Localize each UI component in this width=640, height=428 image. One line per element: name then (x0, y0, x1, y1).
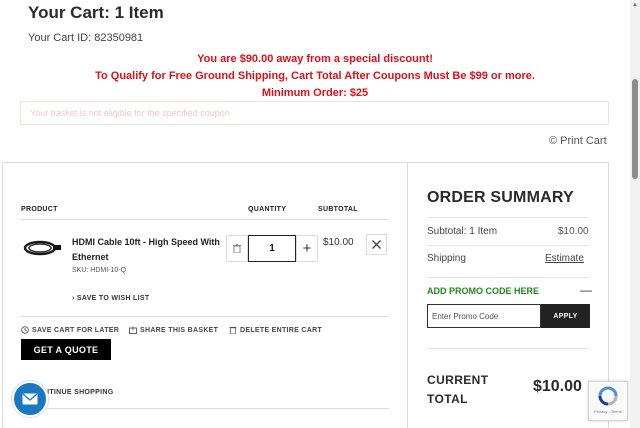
chevron-right-icon: › (72, 295, 75, 302)
product-sku: SKU: HDMI-10-Q (72, 267, 127, 274)
current-total-label: CURRENT TOTAL (427, 373, 489, 406)
print-cart-link[interactable]: © Print Cart (549, 135, 607, 147)
scrollbar-thumb[interactable] (632, 79, 638, 179)
coupon-error-text: Your basket is not eligible for the spec… (30, 108, 230, 118)
trash-icon (229, 326, 237, 334)
remove-one-button[interactable] (226, 235, 248, 262)
share-icon (129, 326, 137, 334)
discount-notice: You are $90.00 away from a special disco… (197, 53, 433, 65)
print-icon: © (549, 135, 558, 147)
current-total-value: $10.00 (533, 378, 582, 395)
wishlist-label: SAVE TO WISH LIST (76, 295, 150, 302)
bottom-divider (21, 408, 389, 409)
delete-cart-button[interactable]: DELETE ENTIRE CART (229, 326, 322, 334)
summary-subtotal-label: Subtotal: 1 Item (427, 226, 498, 237)
header-product: PRODUCT (21, 206, 58, 213)
header-subtotal: SUBTOTAL (318, 206, 358, 213)
item-subtotal: $10.00 (323, 237, 354, 248)
header-divider (21, 219, 389, 220)
summary-subtotal-value: $10.00 (558, 226, 589, 237)
promo-code-toggle[interactable]: ADD PROMO CODE HERE (427, 286, 539, 296)
share-basket-button[interactable]: SHARE THIS BASKET (129, 326, 218, 334)
recaptcha-icon (598, 386, 618, 406)
scroll-up-icon[interactable]: ▲ (632, 2, 638, 8)
continue-shopping-link[interactable]: NTINUE SHOPPING (44, 389, 113, 396)
recaptcha-terms: Privacy - Terms (594, 409, 622, 414)
clock-icon (21, 326, 29, 334)
summary-divider (427, 277, 589, 278)
item-divider (21, 316, 389, 317)
product-name-link[interactable]: HDMI Cable 10ft - High Speed With Ethern… (72, 235, 222, 265)
summary-divider (427, 245, 589, 246)
get-quote-button[interactable]: GET A QUOTE (21, 339, 111, 360)
summary-divider (427, 217, 589, 218)
shipping-notice: To Qualify for Free Ground Shipping, Car… (95, 70, 535, 82)
cart-id: Your Cart ID: 82350981 (28, 32, 144, 44)
save-to-wishlist-link[interactable]: › SAVE TO WISH LIST (72, 295, 149, 302)
save-cart-later-button[interactable]: SAVE CART FOR LATER (21, 326, 119, 334)
apply-promo-button[interactable]: APPLY (541, 304, 590, 328)
trash-icon (233, 244, 241, 253)
estimate-shipping-link[interactable]: Estimate (545, 253, 584, 264)
summary-divider (427, 348, 589, 349)
share-basket-label: SHARE THIS BASKET (140, 326, 219, 334)
envelope-icon (22, 393, 38, 405)
page-title: Your Cart: 1 Item (28, 3, 164, 22)
save-cart-later-label: SAVE CART FOR LATER (32, 326, 120, 334)
scrollbar-track[interactable] (630, 0, 640, 428)
header-quantity: QUANTITY (248, 206, 287, 213)
increase-quantity-button[interactable]: + (296, 235, 318, 262)
plus-icon: + (302, 240, 312, 257)
quantity-input[interactable] (248, 235, 296, 262)
print-cart-label: Print Cart (560, 135, 607, 147)
recaptcha-badge[interactable]: Privacy - Terms (588, 381, 628, 421)
minimum-order-notice: Minimum Order: $25 (261, 87, 369, 99)
chat-button[interactable] (12, 381, 48, 417)
close-icon (372, 240, 381, 249)
collapse-icon[interactable]: — (580, 283, 592, 297)
product-image[interactable] (22, 238, 62, 258)
remove-item-button[interactable] (366, 234, 387, 255)
promo-code-input[interactable] (427, 304, 541, 328)
shipping-label: Shipping (427, 253, 466, 264)
delete-cart-label: DELETE ENTIRE CART (240, 326, 323, 334)
order-summary-title: ORDER SUMMARY (427, 189, 574, 206)
